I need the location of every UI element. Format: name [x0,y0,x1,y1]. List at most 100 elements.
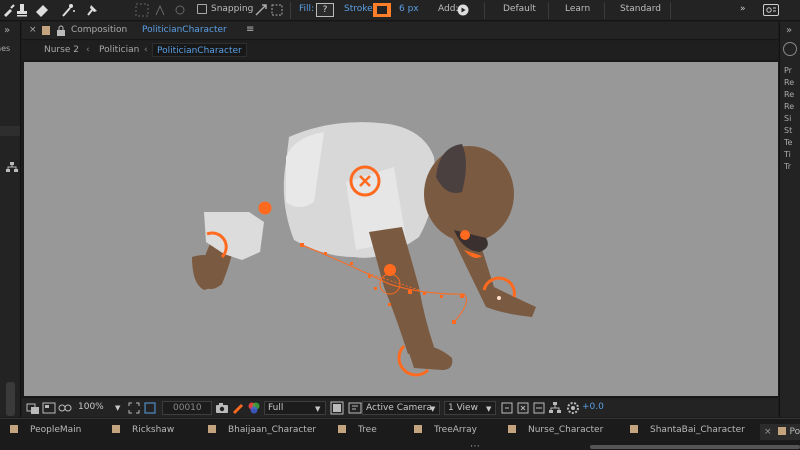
effects-category[interactable]: Te [784,138,792,147]
politician-character-artwork[interactable] [24,62,778,396]
comp-color-swatch [112,425,120,433]
search-help-icon[interactable] [763,4,779,16]
mask-visibility-icon[interactable] [58,401,72,415]
effects-category[interactable]: Re [784,102,794,111]
panel-scrollbar[interactable] [6,382,15,416]
panel-label: nes [0,44,11,53]
tab-politician-character[interactable]: × Poli [760,424,800,440]
layout-icon[interactable] [42,401,56,415]
tab-label: ShantaBai_Character [650,425,745,435]
ellipsis-icon[interactable]: ⋯ [470,441,480,450]
chevron-down-icon: ▼ [315,405,321,413]
comp-color-swatch [338,425,346,433]
panel-collapse-icon[interactable]: » [786,25,792,36]
resolution-value: Full [268,403,284,413]
panel-menu-icon[interactable]: ≡ [246,24,254,35]
sleeve-pin[interactable] [258,201,272,215]
front-hand[interactable] [406,343,453,370]
chevron-down-icon[interactable]: ▼ [115,404,120,412]
transparency-grid-icon[interactable] [330,401,344,415]
composition-viewer[interactable] [22,60,778,397]
close-icon[interactable]: × [29,25,37,35]
timecode-field[interactable]: 00010 [162,401,212,415]
lock-icon[interactable] [57,25,65,36]
add-play-icon[interactable] [457,4,469,16]
fast-preview-icon[interactable] [348,401,362,415]
comp-color-swatch [42,26,50,35]
tab-tree[interactable]: Tree [338,425,377,439]
tab-shantabai-character[interactable]: ShantaBai_Character [630,425,745,439]
stroke-width-value[interactable]: 6 px [399,4,419,14]
head[interactable] [424,146,514,242]
eraser-tool-icon[interactable] [34,2,50,18]
workspace-overflow-icon[interactable]: » [740,4,746,14]
workspace-standard[interactable]: Standard [620,4,661,14]
tab-people-main[interactable]: PeopleMain [10,425,81,439]
tab-rickshaw[interactable]: Rickshaw [112,425,174,439]
panel-field[interactable] [0,126,20,136]
effects-category[interactable]: St [784,126,792,135]
zoom-level-dropdown[interactable]: 100% [78,402,104,412]
puppet-pin-tool-icon[interactable] [84,2,100,18]
stroke-swatch[interactable] [373,3,391,17]
roto-brush-tool-icon[interactable] [60,2,76,18]
current-time: 00010 [173,403,202,413]
puppet-bend-pin-icon[interactable] [152,2,168,18]
toggle-pixel-aspect-icon[interactable] [500,401,514,415]
hierarchy-icon[interactable] [6,162,18,174]
effects-category[interactable]: Tr [784,162,791,171]
comp-color-swatch [10,425,18,433]
always-preview-icon[interactable] [26,401,40,415]
workspace-learn[interactable]: Learn [565,4,590,14]
effects-category[interactable]: Re [784,90,794,99]
fast-previews-icon[interactable] [516,401,530,415]
search-icon[interactable] [783,42,797,56]
close-icon[interactable]: × [764,427,772,437]
composition-panel-header: × Composition PoliticianCharacter ≡ [22,22,778,40]
puppet-overlap-pin-icon[interactable] [172,2,188,18]
composition-name[interactable]: PoliticianCharacter [142,25,227,35]
front-arm[interactable] [369,227,434,354]
effects-category[interactable]: Pr [784,66,792,75]
effects-category[interactable]: Re [784,78,794,87]
tools-toolbar: Snapping Fill: ? Stroke: 6 px Add: Defau… [0,0,800,21]
show-snapshot-icon[interactable] [231,401,245,415]
tab-tree-array[interactable]: TreeArray [414,425,477,439]
exposure-value[interactable]: +0.0 [582,402,604,412]
breadcrumb-nurse-2[interactable]: Nurse 2 [44,45,79,55]
comp-canvas[interactable] [24,62,778,396]
effects-category[interactable]: Si [784,114,791,123]
tab-bhaijaan-character[interactable]: Bhaijaan_Character [208,425,316,439]
timeline-icon[interactable] [532,401,546,415]
tab-label: PeopleMain [30,425,82,435]
flowchart-icon[interactable] [548,401,562,415]
snapping-checkbox[interactable] [197,4,207,14]
camera-view-dropdown[interactable]: Active Camera ▼ [362,401,440,415]
fit-icon[interactable] [127,401,141,415]
snap-edges-icon[interactable] [253,2,269,18]
effects-category[interactable]: Ti [784,150,791,159]
region-of-interest-icon[interactable] [143,401,157,415]
head-pin[interactable] [460,230,470,240]
breadcrumb-politician-character[interactable]: PoliticianCharacter [152,43,247,57]
fill-swatch[interactable]: ? [316,3,334,17]
breadcrumb-separator-icon: ‹ [86,45,90,55]
resolution-dropdown[interactable]: Full ▼ [264,401,326,415]
tab-nurse-character[interactable]: Nurse_Character [508,425,603,439]
camera-snapshot-icon[interactable] [215,401,229,415]
color-channel-icon[interactable] [247,401,261,415]
chevron-down-icon: ▼ [430,405,436,413]
tab-label: Tree [358,425,377,435]
clone-stamp-tool-icon[interactable] [14,2,30,18]
project-panel: » nes [0,22,21,417]
view-layout-dropdown[interactable]: 1 View ▼ [444,401,496,415]
puppet-advanced-pin-icon[interactable] [134,2,150,18]
pin-dot [497,296,501,300]
reset-exposure-icon[interactable] [566,401,580,415]
tab-label: Bhaijaan_Character [228,425,317,435]
snap-features-icon[interactable] [269,2,285,18]
panel-expand-icon[interactable]: » [4,25,10,36]
tab-scrollbar[interactable] [590,445,800,449]
breadcrumb-politician[interactable]: Politician [99,45,139,55]
workspace-default[interactable]: Default [503,4,536,14]
